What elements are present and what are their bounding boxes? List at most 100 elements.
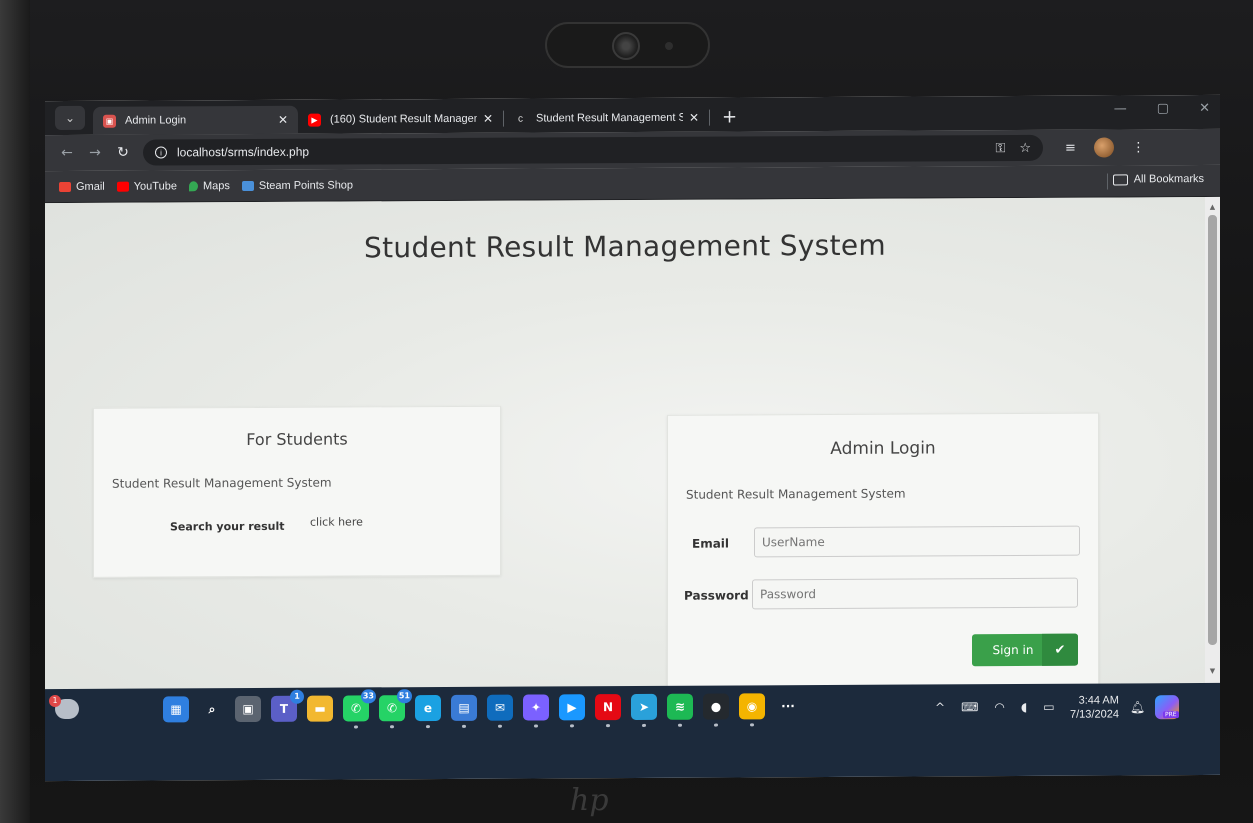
more-menu-icon[interactable]: ⋮: [1132, 140, 1145, 155]
password-input[interactable]: [752, 577, 1078, 610]
all-bookmarks-label: All Bookmarks: [1133, 173, 1204, 186]
windows-taskbar: 1 ▦ ⌕ ▣ T 1 ▬ ✆ 33 ✆ 51 e ▤ ✉ ✦ ▶ N ➤ ≋ ● ◉ ··· ^ ⌨ ◠ ◖ ▭ 3:…: [45, 682, 1220, 782]
wifi-icon[interactable]: ◠: [994, 700, 1004, 714]
notification-badge: 33: [360, 689, 376, 704]
tab-search-icon[interactable]: ⌄: [55, 105, 85, 131]
close-icon[interactable]: ✕: [689, 111, 699, 125]
search-icon[interactable]: ⌕: [199, 696, 225, 722]
github-icon[interactable]: ●: [703, 693, 729, 727]
notification-badge: 1: [290, 689, 304, 704]
bookmark-steam[interactable]: Steam Points Shop: [241, 178, 354, 192]
new-tab-icon[interactable]: +: [722, 106, 737, 127]
running-indicator: [354, 725, 358, 729]
students-card: For Students Student Result Management S…: [93, 405, 501, 578]
clock-time: 3:44 AM: [1078, 694, 1119, 707]
store-icon[interactable]: ▤: [451, 694, 477, 728]
youtube-icon: [116, 181, 129, 192]
taskbar-apps: ▦ ⌕ ▣ T 1 ▬ ✆ 33 ✆ 51 e ▤ ✉ ✦ ▶ N ➤ ≋ ● ◉ ···: [163, 689, 801, 729]
mail-icon[interactable]: ✉: [487, 694, 513, 728]
file-explorer-icon[interactable]: ▬: [307, 695, 333, 722]
search-result-label: Search your result: [170, 519, 285, 534]
bookmark-maps[interactable]: Maps: [188, 180, 230, 192]
running-indicator: [714, 723, 718, 727]
whatsapp-business-icon[interactable]: ✆ 51: [379, 689, 412, 729]
email-label: Email: [692, 536, 730, 551]
bookmark-label: YouTube: [133, 179, 177, 193]
bookmark-label: Gmail: [76, 180, 105, 193]
teams-icon[interactable]: T1: [271, 689, 304, 722]
bookmark-star-icon[interactable]: ☆: [1019, 140, 1031, 156]
weather-badge: 1: [49, 694, 61, 708]
bookmark-label: Steam Points Shop: [258, 178, 354, 192]
url-text: localhost/srms/index.php: [177, 144, 310, 160]
reading-list-icon[interactable]: ≡: [1065, 140, 1076, 155]
spotify-icon[interactable]: ≋: [667, 693, 693, 727]
battery-icon[interactable]: ▭: [1043, 700, 1054, 714]
tab-srms[interactable]: c Student Result Management Sy ✕: [504, 104, 709, 133]
click-here-link[interactable]: click here: [310, 515, 363, 528]
webcam-sensor: [665, 42, 673, 50]
running-indicator: [570, 724, 574, 728]
laptop-screen: ⌄ ▣ Admin Login ✕ ▶ (160) Student Result…: [45, 94, 1220, 782]
bookmark-youtube[interactable]: YouTube: [116, 179, 177, 193]
running-indicator: [498, 724, 502, 728]
tab-title: (160) Student Result Managem: [330, 112, 477, 126]
scroll-up-icon[interactable]: ▲: [1208, 203, 1217, 213]
site-info-icon[interactable]: i: [155, 146, 167, 159]
hp-logo: hp: [570, 783, 609, 818]
username-input[interactable]: [754, 525, 1080, 558]
chevron-up-icon[interactable]: ^: [935, 700, 945, 714]
running-indicator: [534, 724, 538, 728]
maps-pin-icon: [188, 180, 198, 191]
reload-icon[interactable]: ↻: [109, 145, 137, 161]
tab-youtube[interactable]: ▶ (160) Student Result Managem ✕: [298, 105, 503, 134]
tab-admin-login[interactable]: ▣ Admin Login ✕: [93, 105, 298, 135]
youtube-favicon-icon: ▶: [308, 113, 321, 127]
notification-badge: 51: [396, 689, 412, 704]
window-controls: — ▢ ✕: [1114, 101, 1210, 117]
checkmark-icon: ✔: [1042, 633, 1078, 666]
chrome-icon[interactable]: ◉: [739, 693, 765, 727]
netflix-icon[interactable]: N: [595, 694, 621, 728]
all-bookmarks-button[interactable]: All Bookmarks: [1112, 173, 1204, 186]
prime-video-icon[interactable]: ▶: [559, 694, 585, 728]
tab-title: Admin Login: [125, 114, 187, 127]
notification-bell-icon[interactable]: 🔔︎: [1130, 700, 1145, 714]
messenger-icon[interactable]: ✦: [523, 694, 549, 728]
maximize-icon[interactable]: ▢: [1157, 101, 1169, 116]
close-icon[interactable]: ✕: [278, 113, 288, 127]
more-apps-icon[interactable]: ···: [775, 693, 801, 719]
windows-start-icon[interactable]: ▦: [163, 696, 189, 723]
tab-separator: [709, 109, 710, 126]
profile-avatar[interactable]: [1093, 137, 1114, 158]
forward-arrow-icon[interactable]: →: [81, 145, 109, 161]
password-key-icon[interactable]: ⚿: [995, 140, 1005, 156]
system-clock[interactable]: 3:44 AM 7/13/2024: [1070, 693, 1119, 721]
students-heading: For Students: [246, 429, 348, 450]
address-bar[interactable]: i localhost/srms/index.php ⚿ ☆: [143, 134, 1043, 166]
running-indicator: [750, 723, 754, 727]
whatsapp-icon[interactable]: ✆ 33: [343, 689, 376, 729]
running-indicator: [390, 725, 394, 729]
sign-in-button[interactable]: Sign in ✔: [972, 633, 1078, 667]
running-indicator: [462, 724, 466, 728]
close-window-icon[interactable]: ✕: [1199, 101, 1210, 116]
volume-icon[interactable]: ◖: [1021, 700, 1027, 714]
admin-login-card: Admin Login Student Result Management Sy…: [667, 412, 1099, 691]
running-indicator: [642, 723, 646, 727]
running-indicator: [606, 724, 610, 728]
task-view-icon[interactable]: ▣: [235, 695, 261, 723]
telegram-icon[interactable]: ➤: [631, 693, 657, 727]
close-icon[interactable]: ✕: [483, 112, 493, 126]
keyboard-icon[interactable]: ⌨: [961, 700, 978, 714]
minimize-icon[interactable]: —: [1114, 101, 1127, 116]
edge-icon[interactable]: e: [415, 695, 441, 729]
back-arrow-icon[interactable]: ←: [53, 145, 81, 161]
sign-in-label: Sign in: [992, 642, 1034, 658]
scroll-down-icon[interactable]: ▼: [1208, 667, 1217, 677]
webcam-lens: [612, 32, 640, 60]
browser-toolbar: ← → ↻ i localhost/srms/index.php ⚿ ☆ ≡ ⋮: [45, 128, 1220, 172]
scrollbar-thumb[interactable]: [1208, 214, 1217, 645]
bookmark-gmail[interactable]: Gmail: [59, 180, 105, 192]
page-content: Student Result Management System For Stu…: [45, 197, 1205, 691]
